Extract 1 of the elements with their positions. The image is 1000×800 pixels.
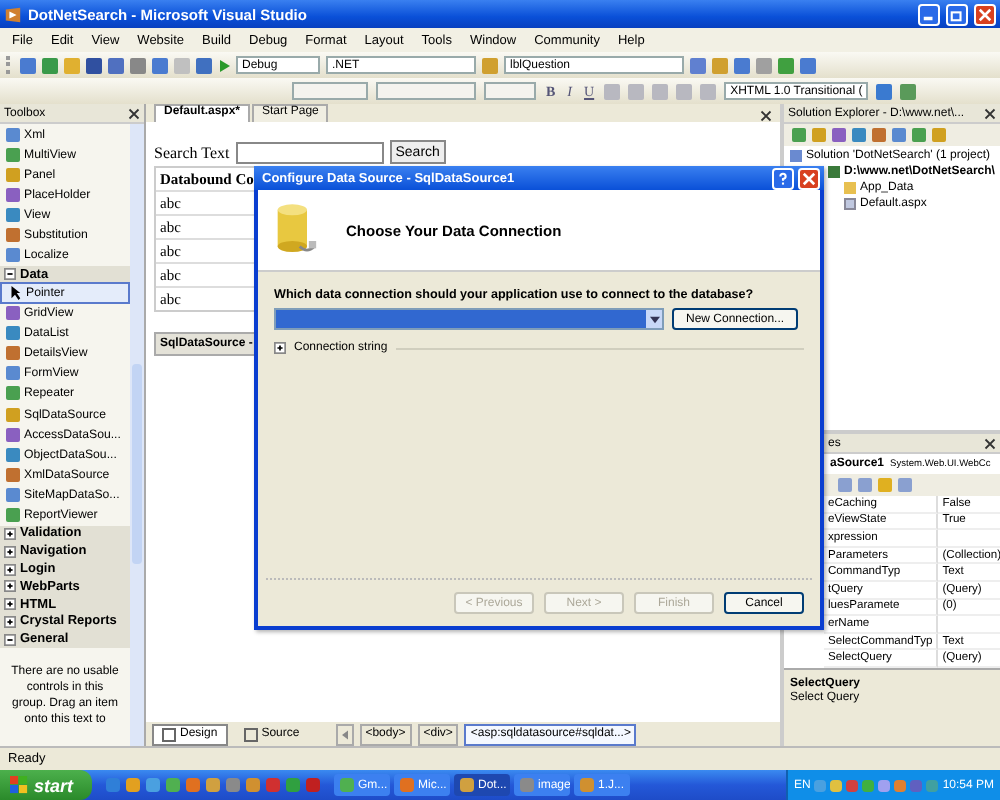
search-label: Search Text [154,143,230,161]
